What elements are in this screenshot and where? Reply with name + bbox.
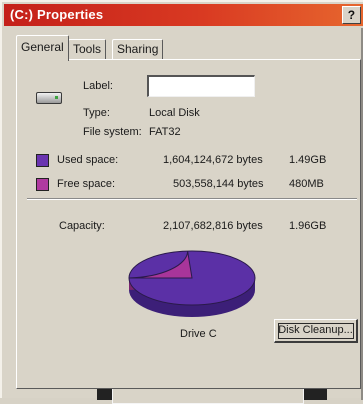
disk-cleanup-button[interactable]: Disk Cleanup... [274,319,358,343]
label-caption: Label: [83,80,113,92]
tab-sharing[interactable]: Sharing [112,39,164,59]
general-panel: Label: Type: Local Disk File system: FAT… [16,59,361,389]
free-space-size: 480MB [289,178,324,190]
free-space-swatch [36,178,49,191]
help-button[interactable]: ? [342,6,361,24]
used-space-bytes: 1,604,124,672 bytes [163,154,263,166]
title-bar: (C:) Properties ? [4,4,363,26]
separator [27,198,357,200]
file-system-value: FAT32 [149,126,181,138]
tab-general[interactable]: General [16,35,69,61]
disk-usage-pie [128,250,256,317]
type-caption: Type: [83,107,110,119]
drive-caption: Drive C [180,328,217,340]
type-value: Local Disk [149,107,200,119]
capacity-caption: Capacity: [59,220,105,232]
used-space-size: 1.49GB [289,154,327,166]
capacity-size: 1.96GB [289,220,327,232]
tab-tools[interactable]: Tools [68,39,107,59]
ok-button[interactable] [112,388,304,404]
properties-window: (C:) Properties ? General Tools Sharing … [0,0,363,404]
hard-drive-icon [36,92,62,104]
capacity-bytes: 2,107,682,816 bytes [163,220,263,232]
label-input[interactable] [147,75,255,97]
window-title: (C:) Properties [10,7,104,22]
free-space-caption: Free space: [57,178,116,190]
free-space-bytes: 503,558,144 bytes [173,178,264,190]
used-space-caption: Used space: [57,154,119,166]
used-space-swatch [36,154,49,167]
file-system-caption: File system: [83,126,142,138]
